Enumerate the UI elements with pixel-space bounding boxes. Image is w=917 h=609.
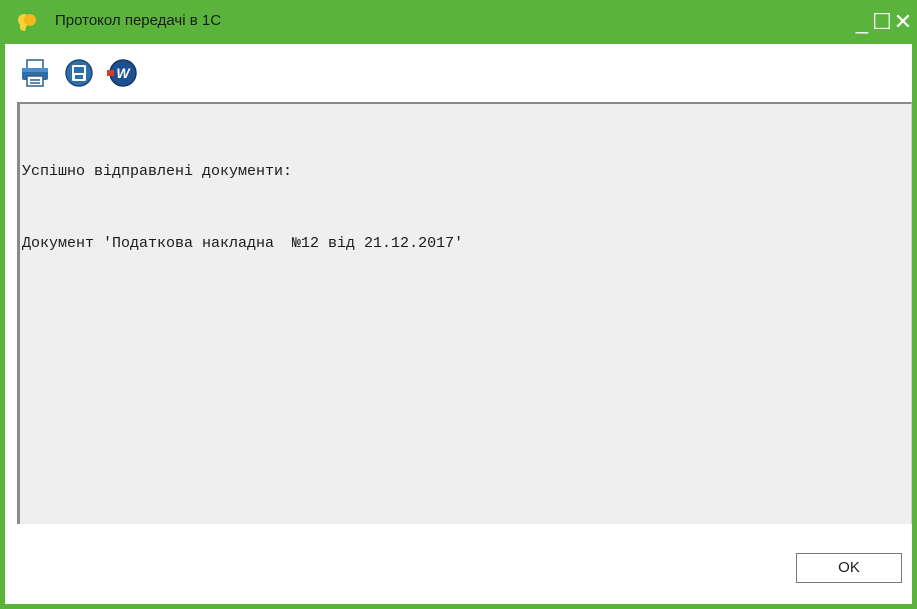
title-bar[interactable]: Протокол передачі в 1С _ ☐ ✕ bbox=[0, 0, 917, 44]
dialog-footer: OK bbox=[5, 524, 912, 609]
window-title: Протокол передачі в 1С bbox=[55, 12, 222, 29]
ok-button[interactable]: OK bbox=[796, 553, 902, 583]
maximize-button[interactable]: ☐ bbox=[872, 10, 892, 34]
minimize-button[interactable]: _ bbox=[852, 10, 872, 34]
svg-text:W: W bbox=[116, 65, 131, 81]
log-line: Успішно відправлені документи: bbox=[22, 163, 293, 180]
close-button[interactable]: ✕ bbox=[893, 10, 913, 34]
protocol-window: Протокол передачі в 1С _ ☐ ✕ W Успішно в… bbox=[0, 0, 917, 609]
log-line: Документ 'Податкова накладна №12 від 21.… bbox=[22, 235, 464, 252]
printer-icon[interactable] bbox=[20, 58, 50, 88]
app-logo-icon bbox=[18, 14, 36, 31]
toolbar: W bbox=[5, 44, 912, 102]
save-icon[interactable] bbox=[64, 58, 94, 88]
transfer-log: Успішно відправлені документи: Документ … bbox=[17, 102, 912, 524]
word-export-icon[interactable]: W bbox=[107, 58, 137, 88]
window-bottom-border bbox=[0, 604, 917, 609]
